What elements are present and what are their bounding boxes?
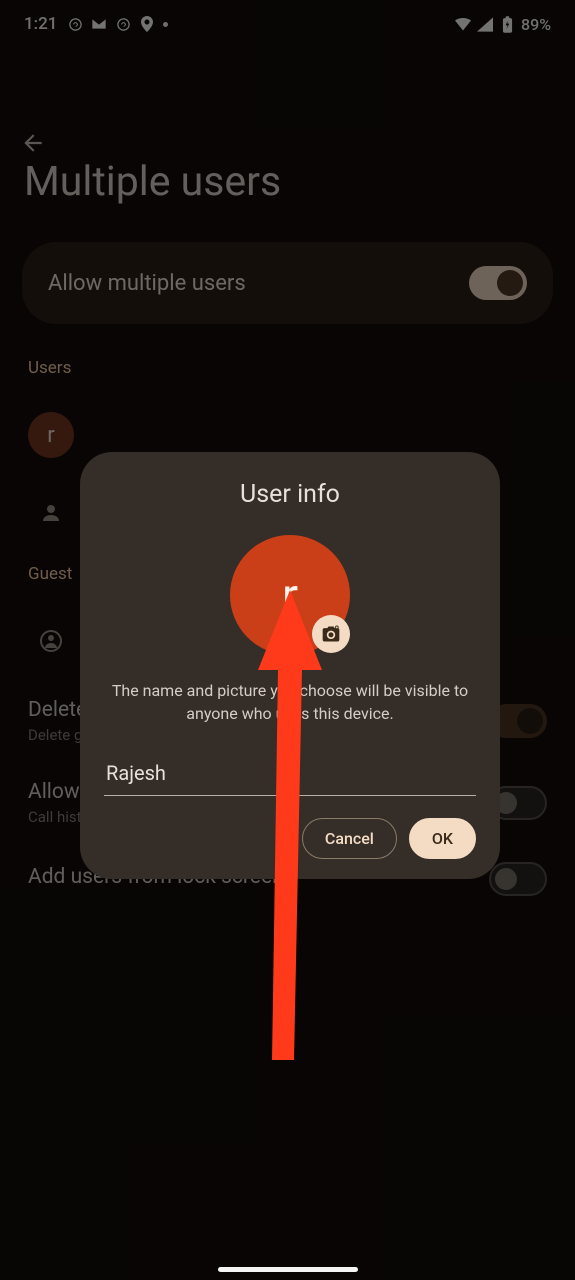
- avatar-initial: r: [282, 567, 298, 624]
- camera-icon: [321, 624, 341, 644]
- user-name-input[interactable]: [104, 755, 476, 796]
- cancel-button[interactable]: Cancel: [302, 818, 397, 859]
- user-info-dialog: User info r The name and picture you cho…: [80, 452, 500, 879]
- change-photo-button[interactable]: [312, 615, 350, 653]
- navigation-handle[interactable]: [218, 1267, 358, 1272]
- avatar-container: r: [104, 535, 476, 655]
- dialog-title: User info: [104, 480, 476, 509]
- ok-button[interactable]: OK: [409, 818, 476, 859]
- dialog-description: The name and picture you choose will be …: [104, 679, 476, 725]
- dialog-actions: Cancel OK: [104, 818, 476, 859]
- user-avatar[interactable]: r: [230, 535, 350, 655]
